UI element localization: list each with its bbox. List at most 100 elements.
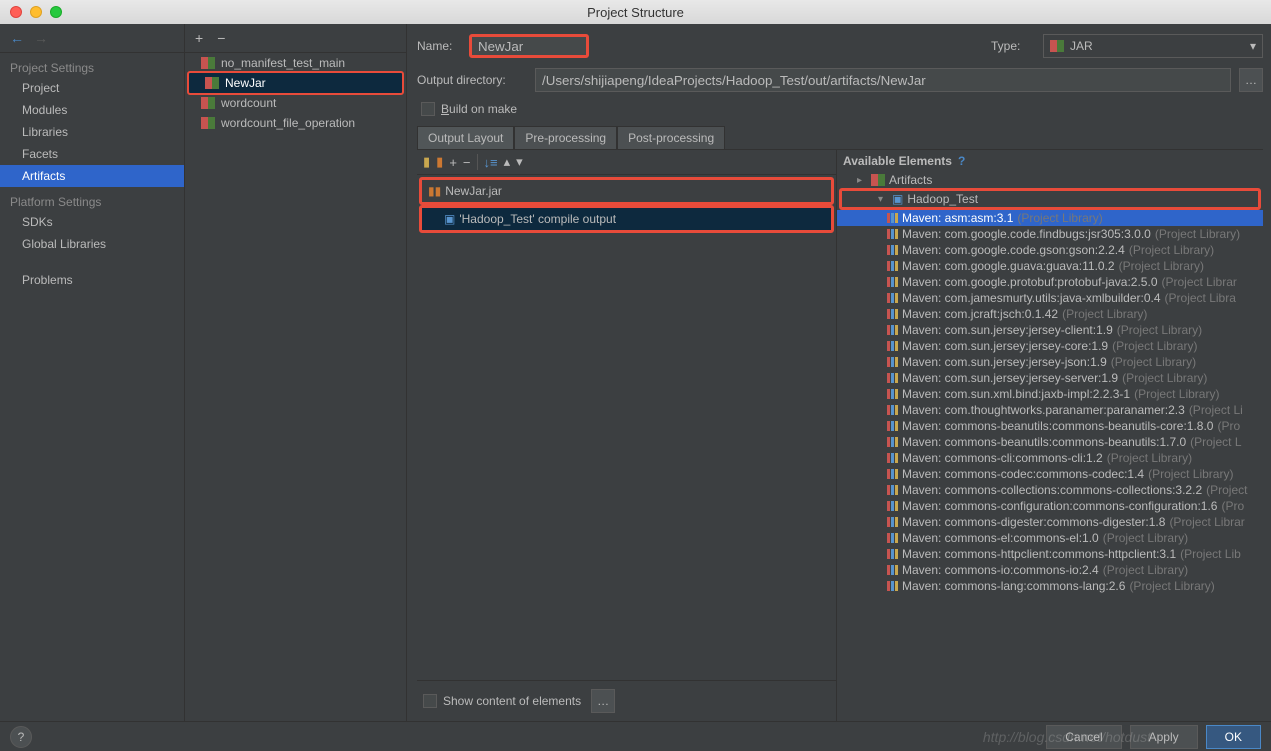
jar-root-node[interactable]: ▮▮NewJar.jar [419,177,834,205]
output-dir-label: Output directory: [417,73,527,87]
output-tree: ▮▮NewJar.jar ▣'Hadoop_Test' compile outp… [417,175,836,680]
library-name: Maven: commons-cli:commons-cli:1.2 [902,451,1103,465]
tab-output-layout[interactable]: Output Layout [417,126,514,149]
move-down-icon[interactable]: ▾ [516,154,523,170]
new-folder-icon[interactable]: ▮ [423,154,430,170]
available-library[interactable]: Maven: com.sun.jersey:jersey-server:1.9 … [837,370,1263,386]
move-up-icon[interactable]: ▴ [504,154,511,170]
available-module[interactable]: ▾▣Hadoop_Test [839,188,1261,210]
available-library[interactable]: Maven: com.google.code.gson:gson:2.2.4 (… [837,242,1263,258]
artifact-item[interactable]: no_manifest_test_main [185,53,406,73]
available-library[interactable]: Maven: com.google.code.findbugs:jsr305:3… [837,226,1263,242]
library-name: Maven: com.sun.xml.bind:jaxb-impl:2.2.3-… [902,387,1130,401]
available-library[interactable]: Maven: com.sun.jersey:jersey-client:1.9 … [837,322,1263,338]
tab-pre-processing[interactable]: Pre-processing [514,126,617,149]
library-icon [887,373,898,383]
output-dir-input[interactable] [535,68,1231,92]
columns: ▮ ▮ + − ↓≡ ▴ ▾ ▮▮NewJar.jar ▣'Hadoop_Tes… [417,150,1263,721]
back-icon[interactable]: ← [10,30,24,46]
close-icon[interactable] [10,6,22,18]
available-header-label: Available Elements [843,154,952,168]
library-suffix: (Project Library) [1148,467,1233,481]
new-archive-icon[interactable]: ▮ [436,154,443,170]
maximize-icon[interactable] [50,6,62,18]
tab-post-processing[interactable]: Post-processing [617,126,725,149]
available-library[interactable]: Maven: com.google.guava:guava:11.0.2 (Pr… [837,258,1263,274]
folder-icon: ▣ [444,212,455,226]
available-library[interactable]: Maven: com.sun.jersey:jersey-json:1.9 (P… [837,354,1263,370]
sidebar-item-problems[interactable]: Problems [0,269,184,291]
help-button[interactable]: ? [10,726,32,748]
library-name: Maven: commons-beanutils:commons-beanuti… [902,419,1213,433]
sidebar-item-project[interactable]: Project [0,77,184,99]
name-input[interactable] [469,34,589,58]
available-library[interactable]: Maven: com.jamesmurty.utils:java-xmlbuil… [837,290,1263,306]
available-library[interactable]: Maven: commons-beanutils:commons-beanuti… [837,418,1263,434]
library-icon [887,437,898,447]
library-suffix: (Pro [1217,419,1240,433]
show-content-checkbox[interactable] [423,694,437,708]
available-library[interactable]: Maven: commons-digester:commons-digester… [837,514,1263,530]
type-select[interactable]: JAR ▾ [1043,34,1263,58]
tabs: Output Layout Pre-processing Post-proces… [417,126,1263,150]
separator [477,154,478,170]
library-name: Maven: com.sun.jersey:jersey-json:1.9 [902,355,1107,369]
artifact-label: wordcount_file_operation [221,116,355,130]
available-library[interactable]: Maven: com.thoughtworks.paranamer:parana… [837,402,1263,418]
available-library[interactable]: Maven: com.sun.xml.bind:jaxb-impl:2.2.3-… [837,386,1263,402]
library-icon [887,453,898,463]
ok-button[interactable]: OK [1206,725,1261,749]
sidebar-item-artifacts[interactable]: Artifacts [0,165,184,187]
available-library[interactable]: Maven: com.sun.jersey:jersey-core:1.9 (P… [837,338,1263,354]
available-library[interactable]: Maven: commons-httpclient:commons-httpcl… [837,546,1263,562]
library-name: Maven: com.jcraft:jsch:0.1.42 [902,307,1058,321]
apply-button[interactable]: Apply [1130,725,1198,749]
library-name: Maven: com.google.protobuf:protobuf-java… [902,275,1158,289]
name-label: Name: [417,39,461,53]
library-suffix: (Project Li [1189,403,1243,417]
available-elements-column: Available Elements ? ▸Artifacts ▾▣Hadoop… [837,150,1263,721]
artifact-icon [201,57,215,69]
artifact-item-selected[interactable]: NewJar [187,71,404,95]
help-icon[interactable]: ? [958,154,965,168]
available-library[interactable]: Maven: commons-lang:commons-lang:2.6 (Pr… [837,578,1263,594]
add-icon[interactable]: + [195,30,203,46]
sidebar-item-global-libraries[interactable]: Global Libraries [0,233,184,255]
available-library[interactable]: Maven: com.google.protobuf:protobuf-java… [837,274,1263,290]
jar-name-label: NewJar.jar [445,184,502,198]
library-name: Maven: com.jamesmurty.utils:java-xmlbuil… [902,291,1161,305]
available-library[interactable]: Maven: commons-beanutils:commons-beanuti… [837,434,1263,450]
available-library[interactable]: Maven: commons-io:commons-io:2.4 (Projec… [837,562,1263,578]
arrow-down-icon: ▾ [878,194,888,205]
forward-icon[interactable]: → [34,30,48,46]
available-library[interactable]: Maven: commons-codec:commons-codec:1.4 (… [837,466,1263,482]
available-library[interactable]: Maven: com.jcraft:jsch:0.1.42 (Project L… [837,306,1263,322]
artifact-item[interactable]: wordcount_file_operation [185,113,406,133]
available-library[interactable]: Maven: commons-collections:commons-colle… [837,482,1263,498]
sidebar-item-libraries[interactable]: Libraries [0,121,184,143]
right-panel: Name: Type: JAR ▾ Output directory: … Bu… [407,24,1271,721]
remove-icon[interactable]: − [217,30,225,46]
show-content-more[interactable]: … [591,689,615,713]
sidebar-item-modules[interactable]: Modules [0,99,184,121]
minimize-icon[interactable] [30,6,42,18]
remove-item-icon[interactable]: − [463,155,471,170]
artifact-item[interactable]: wordcount [185,93,406,113]
available-library[interactable]: Maven: commons-el:commons-el:1.0 (Projec… [837,530,1263,546]
sort-icon[interactable]: ↓≡ [484,155,498,170]
compile-output-node[interactable]: ▣'Hadoop_Test' compile output [419,205,834,233]
available-library[interactable]: Maven: asm:asm:3.1 (Project Library) [837,210,1263,226]
available-library[interactable]: Maven: commons-configuration:commons-con… [837,498,1263,514]
library-suffix: (Project Library) [1017,211,1102,225]
library-name: Maven: commons-codec:commons-codec:1.4 [902,467,1144,481]
sidebar-item-facets[interactable]: Facets [0,143,184,165]
build-on-make-checkbox[interactable] [421,102,435,116]
available-library[interactable]: Maven: commons-cli:commons-cli:1.2 (Proj… [837,450,1263,466]
cancel-button[interactable]: Cancel [1046,725,1121,749]
add-copy-icon[interactable]: + [449,155,457,170]
sidebar-item-sdks[interactable]: SDKs [0,211,184,233]
artifact-icon [201,117,215,129]
available-root[interactable]: ▸Artifacts [837,172,1263,188]
browse-button[interactable]: … [1239,68,1263,92]
library-suffix: (Project Libra [1165,291,1236,305]
